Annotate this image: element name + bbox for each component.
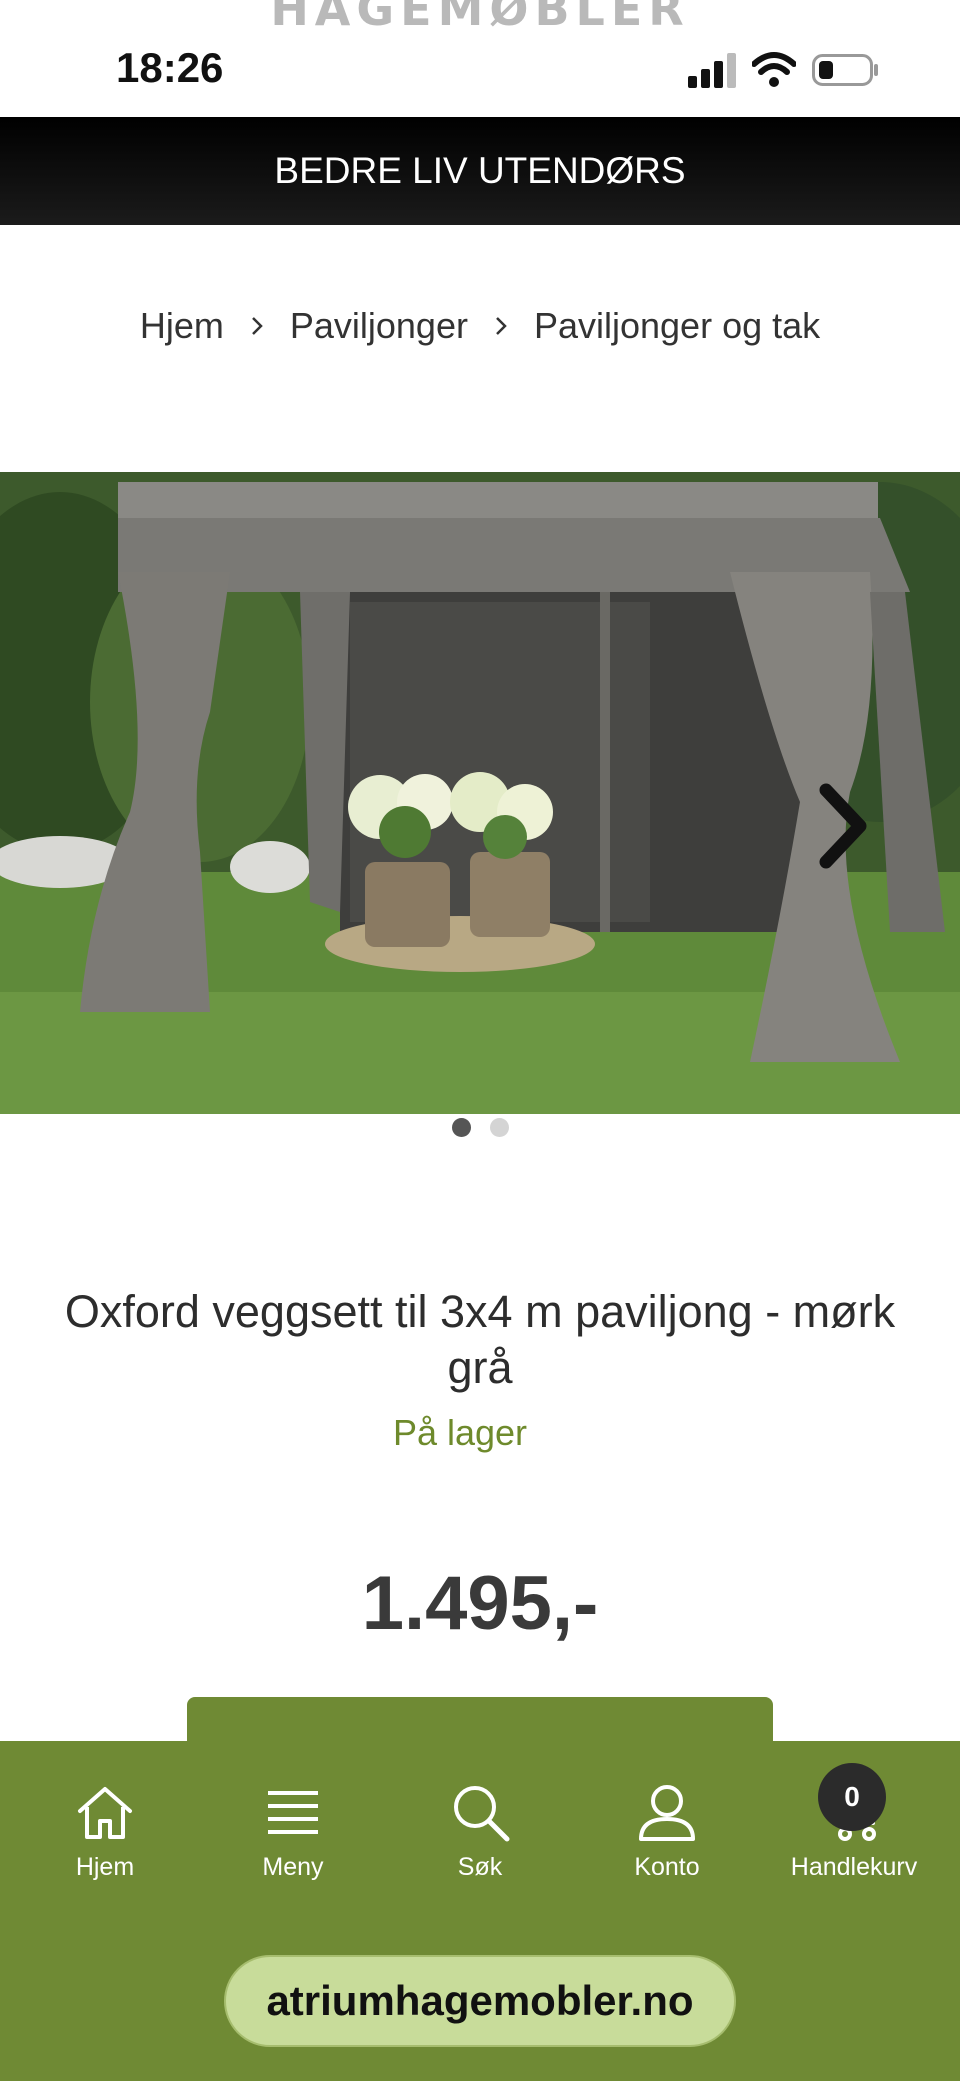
home-icon (78, 1787, 132, 1839)
nav-label: Søk (457, 1853, 503, 1881)
site-logo-partial: HAGEMØBLER (270, 0, 690, 36)
nav-item-home[interactable]: Hjem (30, 1781, 180, 1882)
product-title: Oxford veggsett til 3x4 m paviljong - mø… (64, 1286, 896, 1393)
clock: 18:26 (116, 44, 224, 91)
user-icon (639, 1785, 695, 1841)
nav-label: Handlekurv (790, 1853, 918, 1881)
gallery-dot-1[interactable] (451, 1118, 471, 1137)
search-icon (454, 1786, 510, 1842)
stock-status: På lager (392, 1412, 528, 1453)
product-price: 1.495,- (361, 1561, 599, 1646)
nav-item-menu[interactable]: Meny (218, 1781, 368, 1882)
chevron-right-icon (496, 317, 507, 335)
promo-text: BEDRE LIV UTENDØRS (274, 150, 686, 191)
breadcrumb-item-hjem[interactable]: Hjem (140, 305, 224, 347)
nav-item-account[interactable]: Konto (592, 1781, 742, 1882)
gallery-dot-2[interactable] (489, 1118, 509, 1137)
cart-count-badge: 0 (818, 1763, 886, 1831)
nav-label: Hjem (75, 1853, 135, 1881)
breadcrumb: Hjem Paviljonger Paviljonger og tak (0, 305, 960, 347)
breadcrumb-item-paviljonger[interactable]: Paviljonger (290, 305, 468, 347)
nav-label: Konto (634, 1853, 700, 1881)
browser-url-bar[interactable]: atriumhagemobler.no (224, 1955, 736, 2047)
battery-icon (812, 54, 878, 86)
chevron-right-icon (251, 317, 263, 335)
chevron-right-icon[interactable] (816, 780, 872, 872)
status-bar: HAGEMØBLER 18:26 (0, 0, 960, 117)
signal-icon (688, 53, 736, 88)
gallery-pagination (0, 1118, 960, 1137)
wifi-icon (752, 52, 796, 87)
nav-item-search[interactable]: Søk (405, 1781, 555, 1882)
menu-icon (268, 1791, 318, 1834)
breadcrumb-item-paviljonger-og-tak[interactable]: Paviljonger og tak (534, 305, 820, 347)
promo-banner: BEDRE LIV UTENDØRS (0, 117, 960, 225)
nav-label: Meny (262, 1853, 324, 1881)
